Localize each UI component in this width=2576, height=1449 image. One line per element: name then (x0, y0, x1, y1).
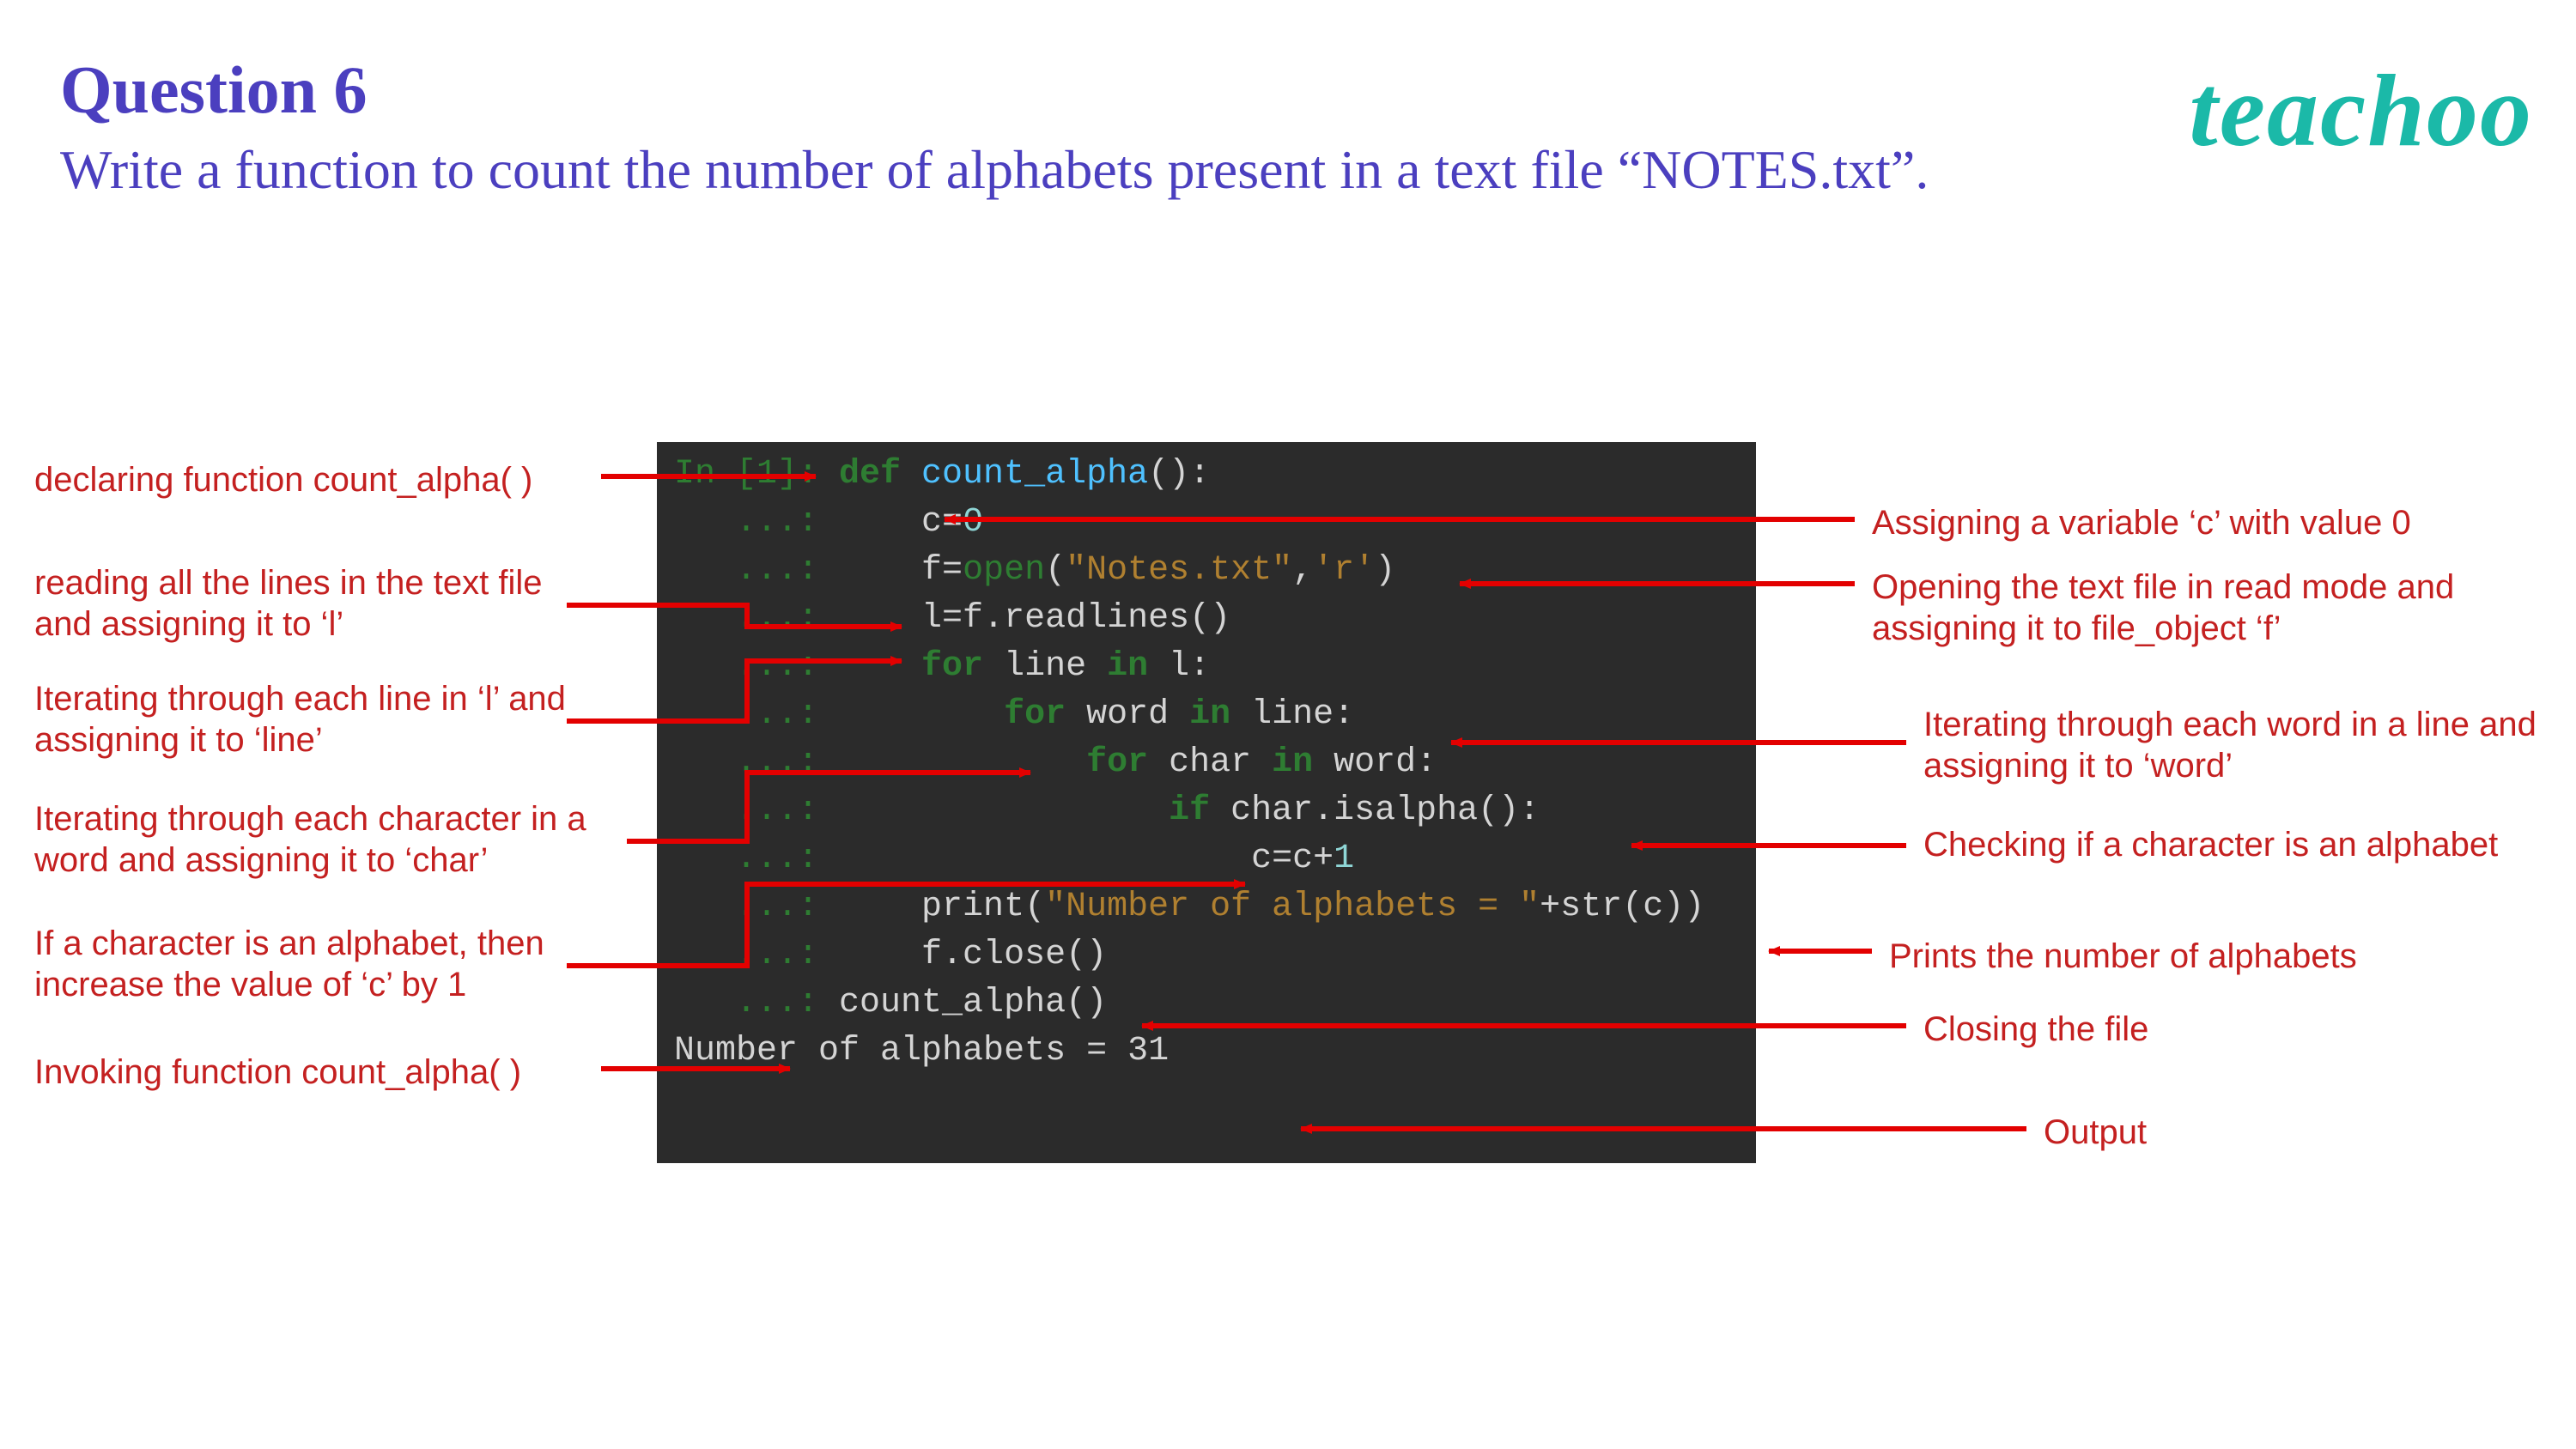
code-line-12: ...: count_alpha() (674, 979, 1739, 1028)
code-line-7: ...: for char in word: (674, 739, 1739, 787)
code-line-11: ...: f.close() (674, 931, 1739, 979)
annotation-close: Closing the file (1923, 1009, 2148, 1050)
annotation-print: Prints the number of alphabets (1889, 936, 2357, 977)
question-text: Write a function to count the number of … (60, 137, 1929, 203)
question-number: Question 6 (60, 52, 368, 129)
code-line-10: ...: print("Number of alphabets = "+str(… (674, 883, 1739, 931)
annotation-declaring-function: declaring function count_alpha( ) (34, 459, 532, 500)
code-line-3: ...: f=open("Notes.txt",'r') (674, 547, 1739, 595)
code-line-8: ...: if char.isalpha(): (674, 787, 1739, 835)
code-block: In [1]: def count_alpha(): ...: c=0 ...:… (657, 442, 1756, 1163)
annotation-iter-lines: Iterating through each line in ‘l’ and a… (34, 678, 567, 761)
code-line-6: ...: for word in line: (674, 691, 1739, 739)
code-output: Number of alphabets = 31 (674, 1028, 1739, 1076)
code-line-4: ...: l=f.readlines() (674, 595, 1739, 643)
code-line-9: ...: c=c+1 (674, 835, 1739, 883)
annotation-invoke: Invoking function count_alpha( ) (34, 1052, 521, 1093)
page: Question 6 Write a function to count the… (0, 0, 2576, 1449)
annotation-isalpha: Checking if a character is an alphabet (1923, 824, 2559, 865)
annotation-open-file: Opening the text file in read mode and a… (1872, 567, 2559, 649)
annotation-output: Output (2044, 1112, 2147, 1153)
annotation-iter-words: Iterating through each word in a line an… (1923, 704, 2559, 786)
annotation-assign-c: Assigning a variable ‘c’ with value 0 (1872, 502, 2411, 543)
annotation-iter-chars: Iterating through each character in a wo… (34, 798, 635, 881)
code-line-1: In [1]: def count_alpha(): (674, 451, 1739, 499)
annotation-readlines: reading all the lines in the text file a… (34, 562, 567, 645)
annotation-increment: If a character is an alphabet, then incr… (34, 923, 635, 1005)
code-line-5: ...: for line in l: (674, 643, 1739, 691)
teachoo-logo: teachoo (2189, 52, 2533, 170)
code-line-2: ...: c=0 (674, 499, 1739, 547)
